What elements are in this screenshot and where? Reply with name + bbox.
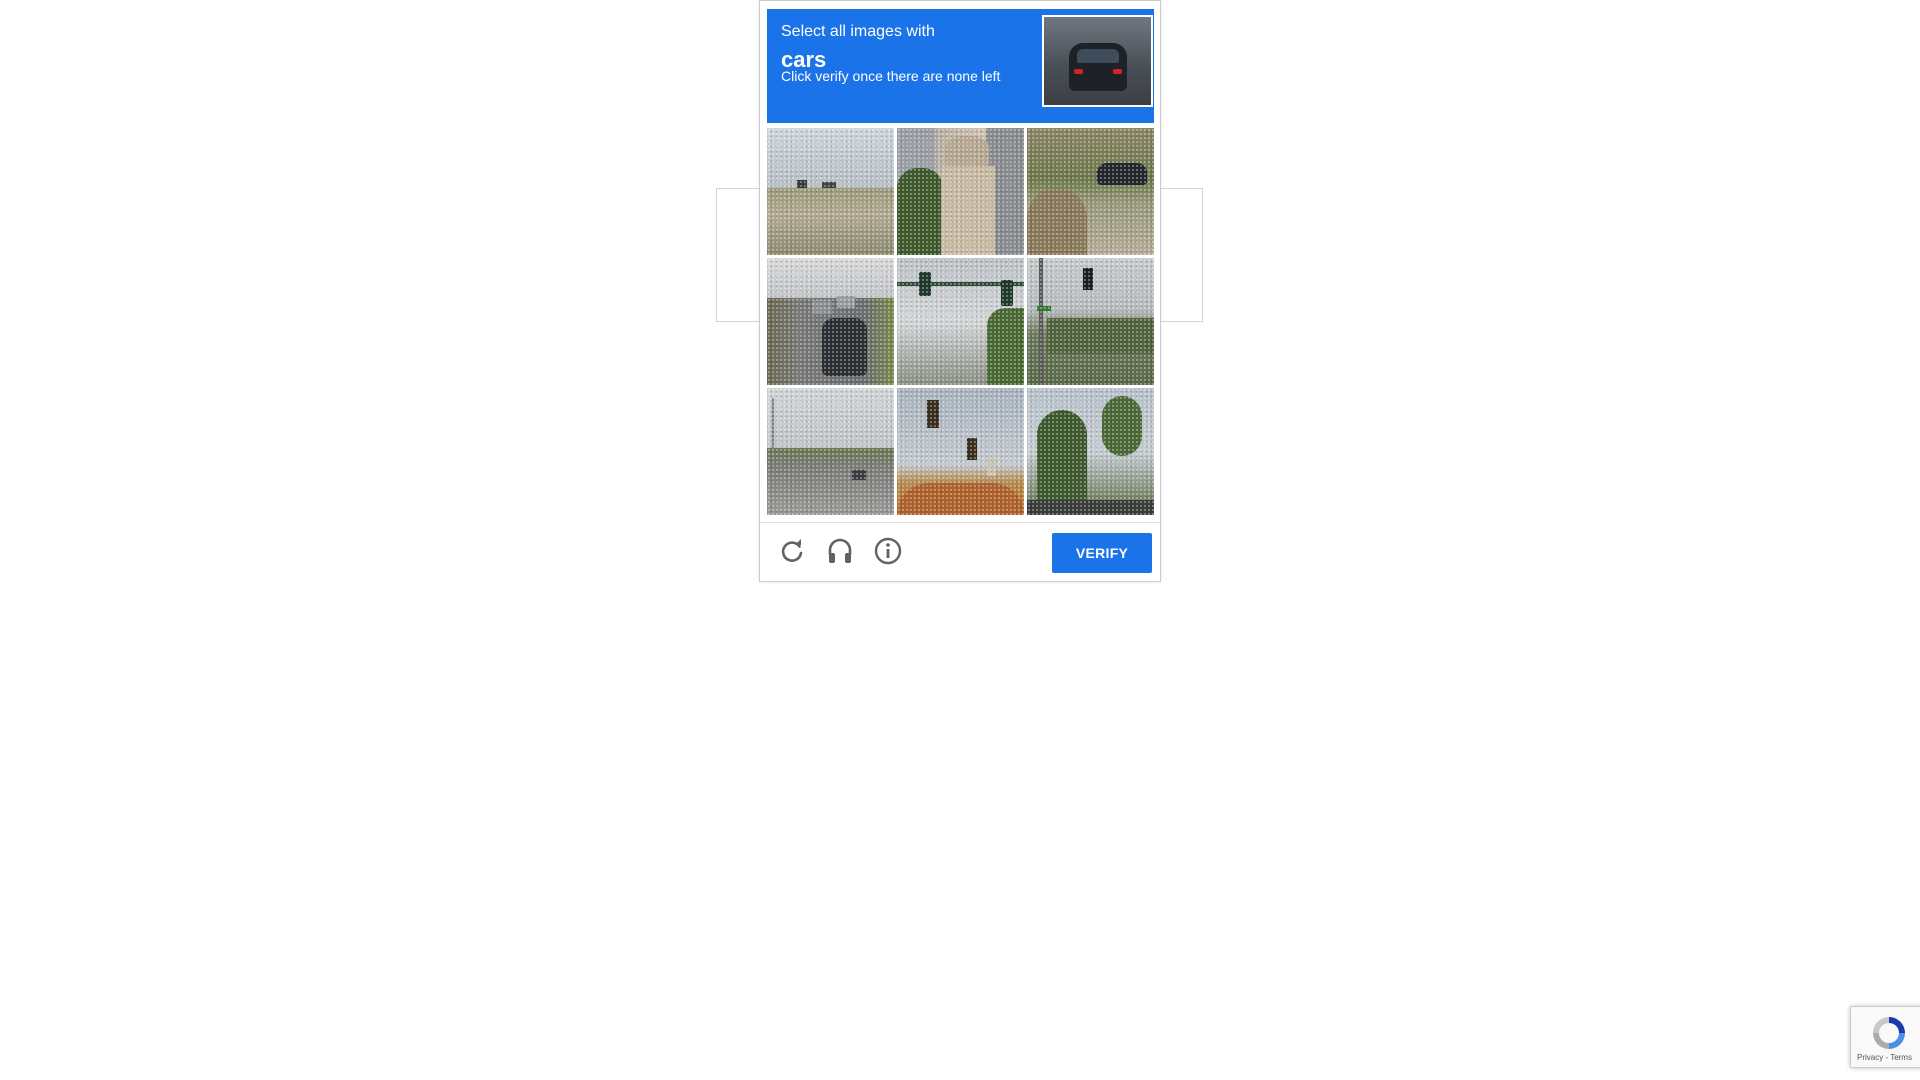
instruction-line-3: Click verify once there are none left — [781, 68, 1001, 84]
instruction-line-1: Select all images with — [781, 23, 935, 40]
sample-car-image — [1042, 15, 1153, 107]
recaptcha-badge[interactable]: Privacy - Terms — [1850, 1006, 1920, 1068]
image-tile-3[interactable] — [1027, 128, 1154, 255]
image-grid — [767, 128, 1154, 516]
image-tile-4[interactable] — [767, 258, 894, 385]
image-tile-8[interactable] — [897, 388, 1024, 515]
privacy-terms-link[interactable]: Privacy - Terms — [1857, 1053, 1912, 1062]
image-tile-2[interactable] — [897, 128, 1024, 255]
image-tile-1[interactable] — [767, 128, 894, 255]
reload-icon[interactable] — [776, 535, 808, 567]
verify-button[interactable]: VERIFY — [1052, 533, 1152, 573]
headphones-icon[interactable] — [824, 535, 856, 567]
challenge-header: Select all images with cars Click verify… — [767, 9, 1154, 123]
info-icon[interactable] — [872, 535, 904, 567]
recaptcha-challenge-dialog: Select all images with cars Click verify… — [759, 0, 1161, 582]
challenge-footer: VERIFY — [760, 522, 1160, 583]
image-tile-5[interactable] — [897, 258, 1024, 385]
image-tile-7[interactable] — [767, 388, 894, 515]
image-tile-6[interactable] — [1027, 258, 1154, 385]
image-tile-9[interactable] — [1027, 388, 1154, 515]
recaptcha-logo-icon — [1873, 1017, 1905, 1049]
